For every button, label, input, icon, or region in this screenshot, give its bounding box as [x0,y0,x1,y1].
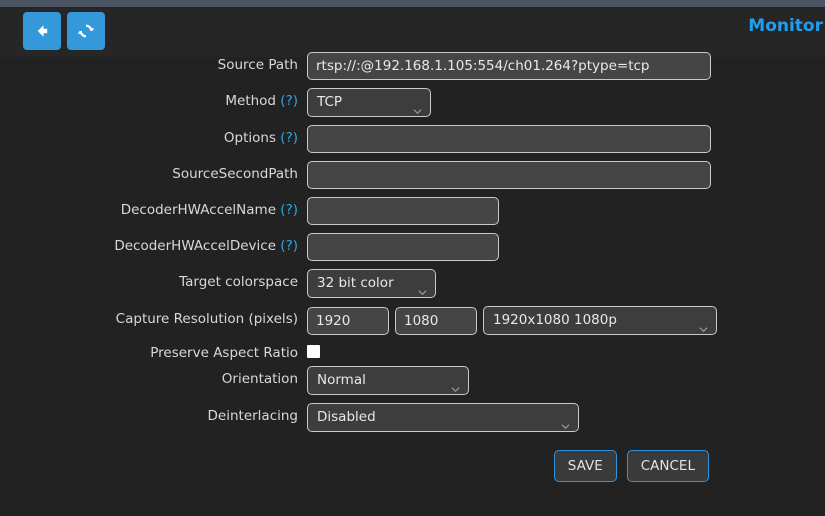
label-source-path: Source Path [0,52,307,78]
label-decoder-hw-accel-device: DecoderHWAccelDevice (?) [0,233,307,259]
method-help-link[interactable]: (?) [280,93,298,109]
decoder-hw-accel-device-help-link[interactable]: (?) [280,238,298,254]
capture-height-input[interactable] [395,306,477,335]
row-capture-resolution: Capture Resolution (pixels) 1920x1080 10… [0,306,825,335]
cancel-button[interactable]: CANCEL [626,450,709,482]
label-decoder-hw-accel-device-text: DecoderHWAccelDevice [114,238,276,254]
source-second-path-input[interactable] [307,161,711,189]
form-actions: SAVE CANCEL [0,450,709,482]
method-select-value: TCP [317,94,343,110]
row-preserve-aspect-ratio: Preserve Aspect Ratio [0,343,825,363]
label-capture-resolution-text: Capture Resolution (pixels) [115,311,298,327]
label-decoder-hw-accel-name: DecoderHWAccelName (?) [0,197,307,223]
label-options: Options (?) [0,125,307,151]
capture-resolution-preset-select[interactable]: 1920x1080 1080p [483,306,717,335]
orientation-select[interactable]: Normal [307,366,469,395]
options-help-link[interactable]: (?) [280,130,298,146]
label-orientation: Orientation [0,366,307,392]
label-target-colorspace: Target colorspace [0,269,307,295]
label-decoder-hw-accel-name-text: DecoderHWAccelName [120,202,276,218]
row-source-path: Source Path [0,52,825,80]
label-method-text: Method [225,93,276,109]
chevron-down-icon [561,416,570,429]
capture-resolution-preset-value: 1920x1080 1080p [493,312,617,328]
label-preserve-aspect-ratio: Preserve Aspect Ratio [0,343,307,363]
label-options-text: Options [223,130,276,146]
toolbar: Monitor [0,7,825,57]
chevron-down-icon [699,319,708,332]
source-settings-form: Source Path Method (?) TCP [0,52,825,482]
row-method: Method (?) TCP [0,88,825,117]
options-input[interactable] [307,125,711,153]
label-preserve-aspect-ratio-text: Preserve Aspect Ratio [150,345,298,361]
row-target-colorspace: Target colorspace 32 bit color [0,269,825,298]
row-orientation: Orientation Normal [0,366,825,395]
deinterlacing-value: Disabled [317,409,376,425]
refresh-button[interactable] [67,12,105,50]
chevron-down-icon [413,101,422,114]
preserve-aspect-ratio-checkbox[interactable] [307,345,320,358]
source-path-input[interactable] [307,52,711,80]
label-capture-resolution: Capture Resolution (pixels) [0,306,307,332]
row-options: Options (?) [0,125,825,153]
row-decoder-hw-accel-name: DecoderHWAccelName (?) [0,197,825,225]
decoder-hw-accel-name-input[interactable] [307,197,499,225]
deinterlacing-select[interactable]: Disabled [307,403,579,432]
monitor-source-settings-page: Monitor Source Path Method (?) TCP [0,0,825,516]
label-orientation-text: Orientation [221,371,298,387]
label-source-second-path-text: SourceSecondPath [172,166,298,182]
page-title: Monitor [748,16,823,36]
save-button[interactable]: SAVE [553,450,617,482]
row-decoder-hw-accel-device: DecoderHWAccelDevice (?) [0,233,825,261]
decoder-hw-accel-device-input[interactable] [307,233,499,261]
row-deinterlacing: Deinterlacing Disabled [0,403,825,432]
target-colorspace-value: 32 bit color [317,275,394,291]
chevron-down-icon [451,379,460,392]
label-target-colorspace-text: Target colorspace [179,274,298,290]
label-source-second-path: SourceSecondPath [0,161,307,187]
capture-width-input[interactable] [307,306,389,335]
target-colorspace-select[interactable]: 32 bit color [307,269,436,298]
method-select[interactable]: TCP [307,88,431,117]
label-source-path-text: Source Path [217,57,298,73]
row-source-second-path: SourceSecondPath [0,161,825,189]
chevron-down-icon [418,282,427,295]
orientation-value: Normal [317,372,366,388]
arrow-left-icon [33,22,51,40]
label-deinterlacing-text: Deinterlacing [207,408,298,424]
back-button[interactable] [23,12,61,50]
label-method: Method (?) [0,88,307,114]
refresh-icon [77,22,95,40]
decoder-hw-accel-name-help-link[interactable]: (?) [280,202,298,218]
label-deinterlacing: Deinterlacing [0,403,307,429]
window-chrome-strip [0,0,825,7]
